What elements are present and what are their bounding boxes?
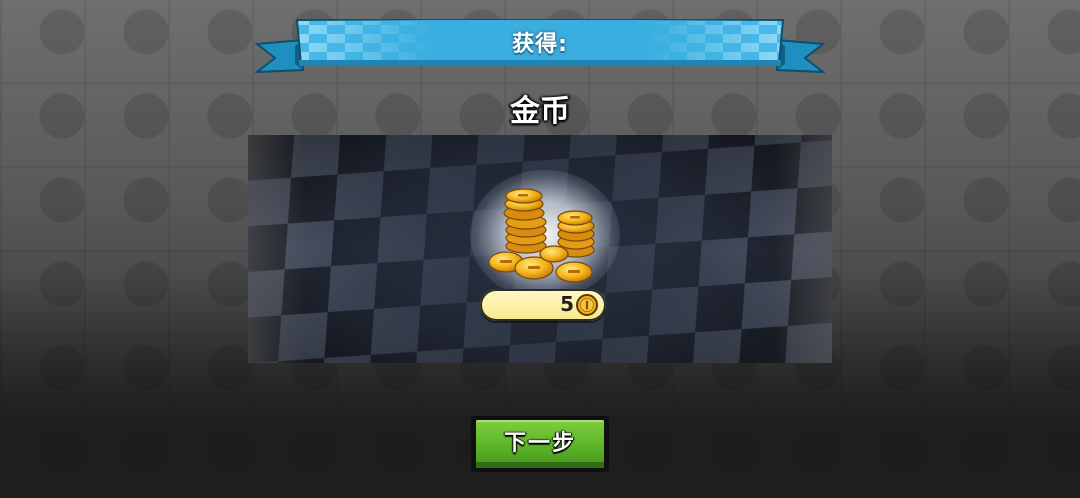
reward-item-name: 金币 <box>510 94 570 129</box>
gold-coin-pile-icon <box>488 188 595 283</box>
reward-amount: 5 <box>560 292 574 316</box>
next-button-shadow <box>476 462 604 468</box>
title-ribbon-banner: 获得: <box>255 16 825 74</box>
next-step-button[interactable]: 下一步 <box>471 416 609 472</box>
banner-title: 获得: <box>512 32 568 57</box>
coin-icon <box>576 294 598 316</box>
reward-screen: 获得: 金币 5 下一步 <box>0 0 1080 498</box>
reward-amount-pill: 5 <box>480 289 606 321</box>
next-button-label[interactable]: 下一步 <box>471 425 609 457</box>
